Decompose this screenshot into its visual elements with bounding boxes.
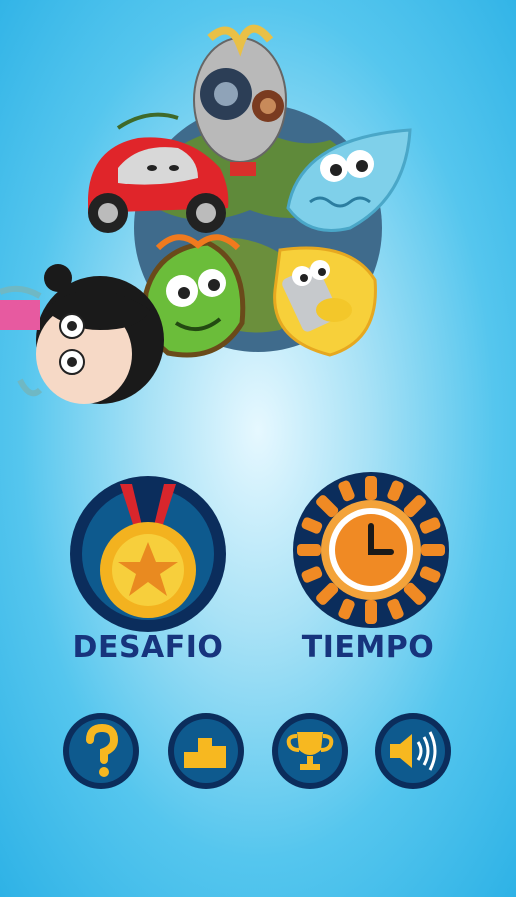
time-mode-label[interactable]: TIEMPO [258, 630, 478, 665]
clock-sun-icon [293, 472, 449, 628]
achievements-button[interactable] [271, 712, 349, 790]
speaker-icon [375, 713, 451, 789]
girl-character [0, 264, 164, 404]
help-button[interactable] [62, 712, 140, 790]
sound-toggle-button[interactable] [374, 712, 452, 790]
question-icon [63, 713, 139, 789]
challenge-mode-label[interactable]: DESAFIO [38, 630, 258, 665]
trophy-icon [272, 713, 348, 789]
hero-illustration [0, 0, 516, 420]
challenge-mode-button[interactable] [68, 474, 228, 634]
time-mode-button[interactable] [291, 470, 451, 630]
podium-icon [168, 713, 244, 789]
medal-star-icon [70, 476, 226, 632]
ranking-button[interactable] [167, 712, 245, 790]
